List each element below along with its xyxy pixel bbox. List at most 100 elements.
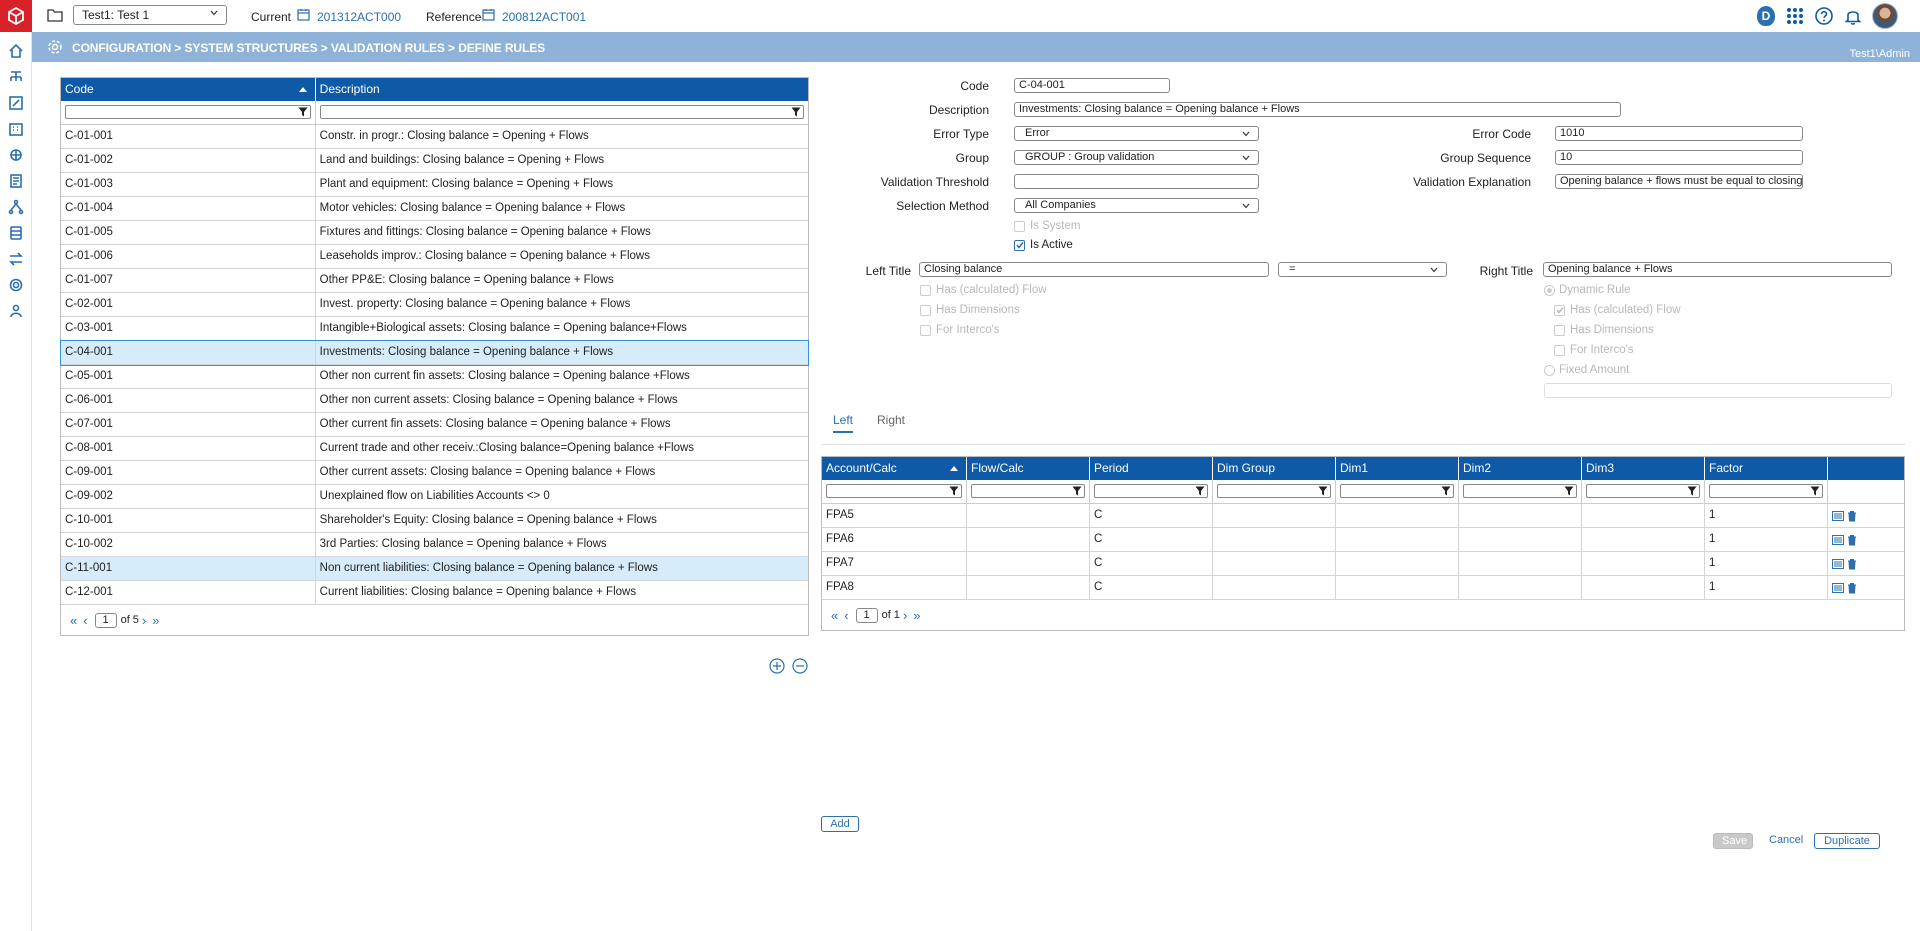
users-icon[interactable] (6, 301, 26, 321)
details-icon[interactable] (1832, 558, 1844, 570)
prev-page-icon[interactable]: ‹ (844, 608, 848, 623)
table-row[interactable]: C-05-001 Other non current fin assets: Cl… (61, 365, 808, 389)
fixed-amount-input[interactable] (1544, 383, 1892, 398)
remove-rule-icon[interactable] (792, 658, 808, 674)
calendar-icon[interactable] (297, 8, 310, 21)
folder-icon[interactable] (47, 8, 63, 22)
right-for-intercos-checkbox[interactable] (1554, 345, 1565, 356)
table-row[interactable]: C-09-001 Other current assets: Closing ba… (61, 461, 808, 485)
column-header-code[interactable]: Code (61, 78, 316, 101)
filter-icon[interactable] (1441, 486, 1451, 496)
column-header-dim1[interactable]: Dim1 (1336, 457, 1459, 480)
consolidation-icon[interactable] (6, 145, 26, 165)
table-row[interactable]: C-09-002 Unexplained flow on Liabilities … (61, 485, 808, 509)
edit-icon[interactable] (6, 93, 26, 113)
settings-icon[interactable] (6, 275, 26, 295)
column-header-description[interactable]: Description (316, 78, 808, 101)
table-row[interactable]: C-12-001 Current liabilities: Closing bal… (61, 581, 808, 605)
left-for-intercos-checkbox[interactable] (920, 325, 931, 336)
column-header-dim-group[interactable]: Dim Group (1213, 457, 1336, 480)
table-row[interactable]: FPA8 C 1 (822, 576, 1904, 600)
left-title-input[interactable]: Closing balance (919, 262, 1269, 277)
dynamic-rule-radio[interactable] (1544, 285, 1555, 296)
filter-icon[interactable] (1687, 486, 1697, 496)
next-page-icon[interactable]: › (903, 608, 907, 623)
factor-filter-input[interactable] (1709, 484, 1823, 498)
first-page-icon[interactable]: « (831, 608, 838, 623)
column-header-factor[interactable]: Factor (1705, 457, 1828, 480)
last-page-icon[interactable]: » (152, 613, 159, 628)
table-row[interactable]: C-06-001 Other non current assets: Closin… (61, 389, 808, 413)
description-input[interactable]: Investments: Closing balance = Opening b… (1014, 102, 1621, 117)
avatar[interactable] (1872, 3, 1898, 29)
selection-method-select[interactable]: All Companies (1014, 198, 1259, 213)
validation-threshold-input[interactable] (1014, 174, 1259, 189)
trash-icon[interactable] (1846, 558, 1858, 570)
filter-icon[interactable] (298, 107, 308, 117)
tab-left[interactable]: Left (833, 413, 854, 433)
column-header-flow[interactable]: Flow/Calc (967, 457, 1090, 480)
period-filter-input[interactable] (1094, 484, 1208, 498)
dim2-filter-input[interactable] (1463, 484, 1577, 498)
save-button[interactable]: Save (1713, 833, 1753, 849)
page-number-input[interactable]: 1 (855, 607, 878, 623)
current-period-link[interactable]: 201312ACT000 (317, 10, 401, 24)
filter-icon[interactable] (1195, 486, 1205, 496)
table-row[interactable]: C-03-001 Intangible+Biological assets: Cl… (61, 317, 808, 341)
help-icon[interactable] (1814, 6, 1834, 26)
table-row[interactable]: C-01-006 Leaseholds improv.: Closing bala… (61, 245, 808, 269)
table-row[interactable]: C-01-001 Constr. in progr.: Closing balan… (61, 125, 808, 149)
code-filter-input[interactable] (65, 105, 311, 119)
last-page-icon[interactable]: » (913, 608, 920, 623)
table-row-selected[interactable]: C-04-001 Investments: Closing balance = O… (60, 340, 809, 366)
code-input[interactable]: C-04-001 (1014, 78, 1170, 93)
filter-icon[interactable] (1564, 486, 1574, 496)
right-has-calc-flow-checkbox[interactable] (1554, 305, 1565, 316)
cancel-button[interactable]: Cancel (1761, 833, 1805, 849)
table-row[interactable]: FPA5 C 1 (822, 504, 1904, 528)
scenario-select[interactable]: Test1: Test 1 (73, 5, 227, 25)
duplicate-button[interactable]: Duplicate (1814, 833, 1880, 849)
home-icon[interactable] (6, 41, 26, 61)
bell-icon[interactable] (1843, 6, 1863, 26)
table-row[interactable]: C-01-007 Other PP&E: Closing balance = Op… (61, 269, 808, 293)
calendar-icon[interactable] (482, 8, 495, 21)
column-header-dim3[interactable]: Dim3 (1582, 457, 1705, 480)
first-page-icon[interactable]: « (70, 613, 77, 628)
error-code-input[interactable]: 1010 (1555, 126, 1803, 141)
app-logo-icon[interactable] (0, 0, 32, 32)
left-has-dimensions-checkbox[interactable] (920, 305, 931, 316)
validation-explanation-input[interactable]: Opening balance + flows must be equal to… (1555, 174, 1803, 189)
hierarchy-icon[interactable] (6, 197, 26, 217)
database-icon[interactable] (6, 223, 26, 243)
add-button[interactable]: Add (821, 816, 859, 832)
dim3-filter-input[interactable] (1586, 484, 1700, 498)
group-sequence-input[interactable]: 10 (1555, 150, 1803, 165)
transfer-icon[interactable] (6, 249, 26, 269)
details-icon[interactable] (1832, 582, 1844, 594)
table-row[interactable]: C-02-001 Invest. property: Closing balanc… (61, 293, 808, 317)
account-filter-input[interactable] (826, 484, 962, 498)
table-row[interactable]: C-01-002 Land and buildings: Closing bala… (61, 149, 808, 173)
table-row[interactable]: FPA7 C 1 (822, 552, 1904, 576)
right-has-dimensions-checkbox[interactable] (1554, 325, 1565, 336)
prev-page-icon[interactable]: ‹ (83, 613, 87, 628)
trash-icon[interactable] (1846, 582, 1858, 594)
fixed-amount-radio[interactable] (1544, 365, 1555, 376)
filter-icon[interactable] (791, 107, 801, 117)
apps-grid-icon[interactable] (1785, 6, 1805, 26)
org-icon[interactable] (6, 67, 26, 87)
is-system-checkbox[interactable] (1014, 221, 1025, 232)
next-page-icon[interactable]: › (142, 613, 146, 628)
building-icon[interactable] (6, 119, 26, 139)
reference-period-link[interactable]: 200812ACT001 (502, 10, 586, 24)
table-row[interactable]: C-10-001 Shareholder's Equity: Closing ba… (61, 509, 808, 533)
details-icon[interactable] (1832, 510, 1844, 522)
right-title-input[interactable]: Opening balance + Flows (1543, 262, 1892, 277)
filter-icon[interactable] (1810, 486, 1820, 496)
table-row[interactable]: C-07-001 Other current fin assets: Closin… (61, 413, 808, 437)
column-header-account[interactable]: Account/Calc (822, 457, 967, 480)
table-row[interactable]: C-01-003 Plant and equipment: Closing bal… (61, 173, 808, 197)
description-filter-input[interactable] (319, 105, 804, 119)
column-header-dim2[interactable]: Dim2 (1459, 457, 1582, 480)
